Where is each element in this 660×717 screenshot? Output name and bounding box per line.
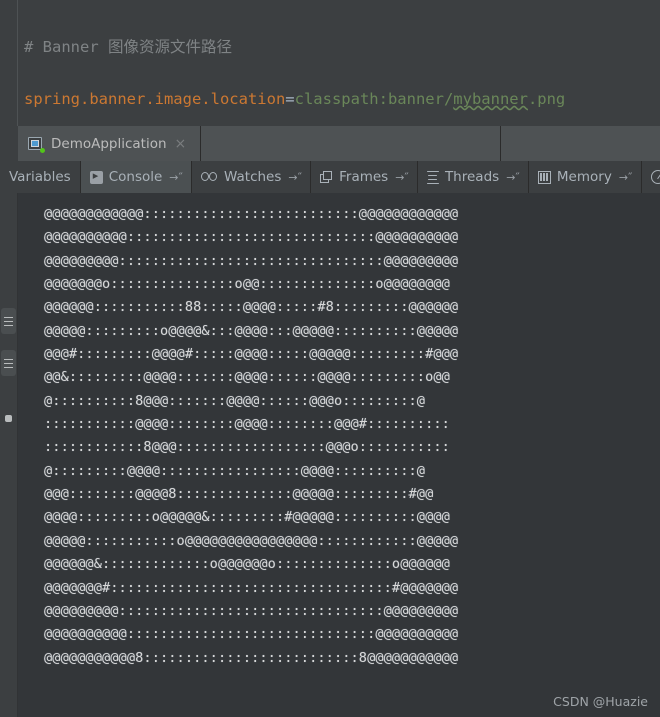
threads-icon [426, 170, 439, 185]
pin-tab-icon[interactable]: →˝ [288, 171, 302, 184]
debugger-tab-bar[interactable]: Variables Console →˝ Watches →˝ Frames →… [0, 161, 660, 193]
debug-left-gutter-toolbar[interactable] [0, 193, 18, 717]
frames-icon [320, 170, 333, 184]
pin-tab-icon[interactable]: →˝ [506, 171, 520, 184]
gutter-button-middle[interactable] [1, 350, 16, 376]
pin-tab-icon[interactable]: →˝ [619, 171, 633, 184]
tab-frames[interactable]: Frames →˝ [311, 161, 418, 193]
gutter-button-top[interactable] [1, 308, 16, 334]
tab-console[interactable]: Console →˝ [80, 161, 193, 193]
comment-text: # Banner 图像资源文件路径 [24, 38, 232, 56]
pin-tab-icon[interactable]: →˝ [395, 171, 409, 184]
tab-overhead[interactable]: O [641, 161, 660, 193]
watermark-text: CSDN @Huazie [553, 694, 648, 709]
ide-window: # Banner 图像资源文件路径 spring.banner.image.lo… [0, 0, 660, 717]
debug-tool-window: DemoApplication × Variables Console →˝ W… [0, 126, 660, 717]
tab-memory[interactable]: Memory →˝ [528, 161, 642, 193]
run-tab-strip-empty-area [201, 126, 660, 161]
tab-threads[interactable]: Threads →˝ [417, 161, 529, 193]
run-tab-strip: DemoApplication × [0, 126, 660, 161]
code-line-comment: # Banner 图像资源文件路径 [24, 34, 565, 60]
properties-editor-pane[interactable]: # Banner 图像资源文件路径 spring.banner.image.lo… [0, 0, 660, 212]
property-value-head: classpath:banner/ [294, 90, 454, 108]
console-icon [89, 169, 103, 184]
run-tab-demoapplication[interactable]: DemoApplication × [18, 126, 201, 161]
console-output-panel[interactable]: @@@@@@@@@@@@::::::::::::::::::::::::::@@… [18, 193, 660, 717]
property-value-misspelled: mybanner [453, 90, 528, 108]
ascii-banner-output: @@@@@@@@@@@@::::::::::::::::::::::::::@@… [44, 206, 459, 666]
run-tab-label: DemoApplication [51, 135, 167, 152]
overhead-gauge-icon [650, 170, 660, 184]
tab-label: Watches [224, 169, 282, 185]
pin-tab-icon[interactable]: →˝ [169, 171, 183, 184]
tab-watches[interactable]: Watches →˝ [192, 161, 312, 193]
code-line-location: spring.banner.image.location=classpath:b… [24, 86, 565, 112]
watches-icon [201, 172, 218, 182]
editor-gutter [0, 0, 18, 126]
tab-variables[interactable]: Variables [0, 161, 81, 193]
tab-label: Threads [444, 169, 500, 185]
run-tab-strip-divider [500, 126, 501, 161]
tab-label: Console [108, 169, 163, 185]
tab-label: Memory [556, 169, 612, 185]
property-key: spring.banner.image.location [24, 90, 286, 108]
tab-label: Frames [339, 169, 389, 185]
run-configuration-icon [28, 136, 45, 153]
equals-sign: = [285, 90, 295, 108]
tab-label: Variables [9, 169, 71, 185]
close-icon[interactable]: × [175, 137, 187, 151]
gutter-button-bottom[interactable] [5, 415, 12, 422]
property-value-tail: .png [527, 90, 566, 108]
memory-icon [537, 170, 551, 184]
